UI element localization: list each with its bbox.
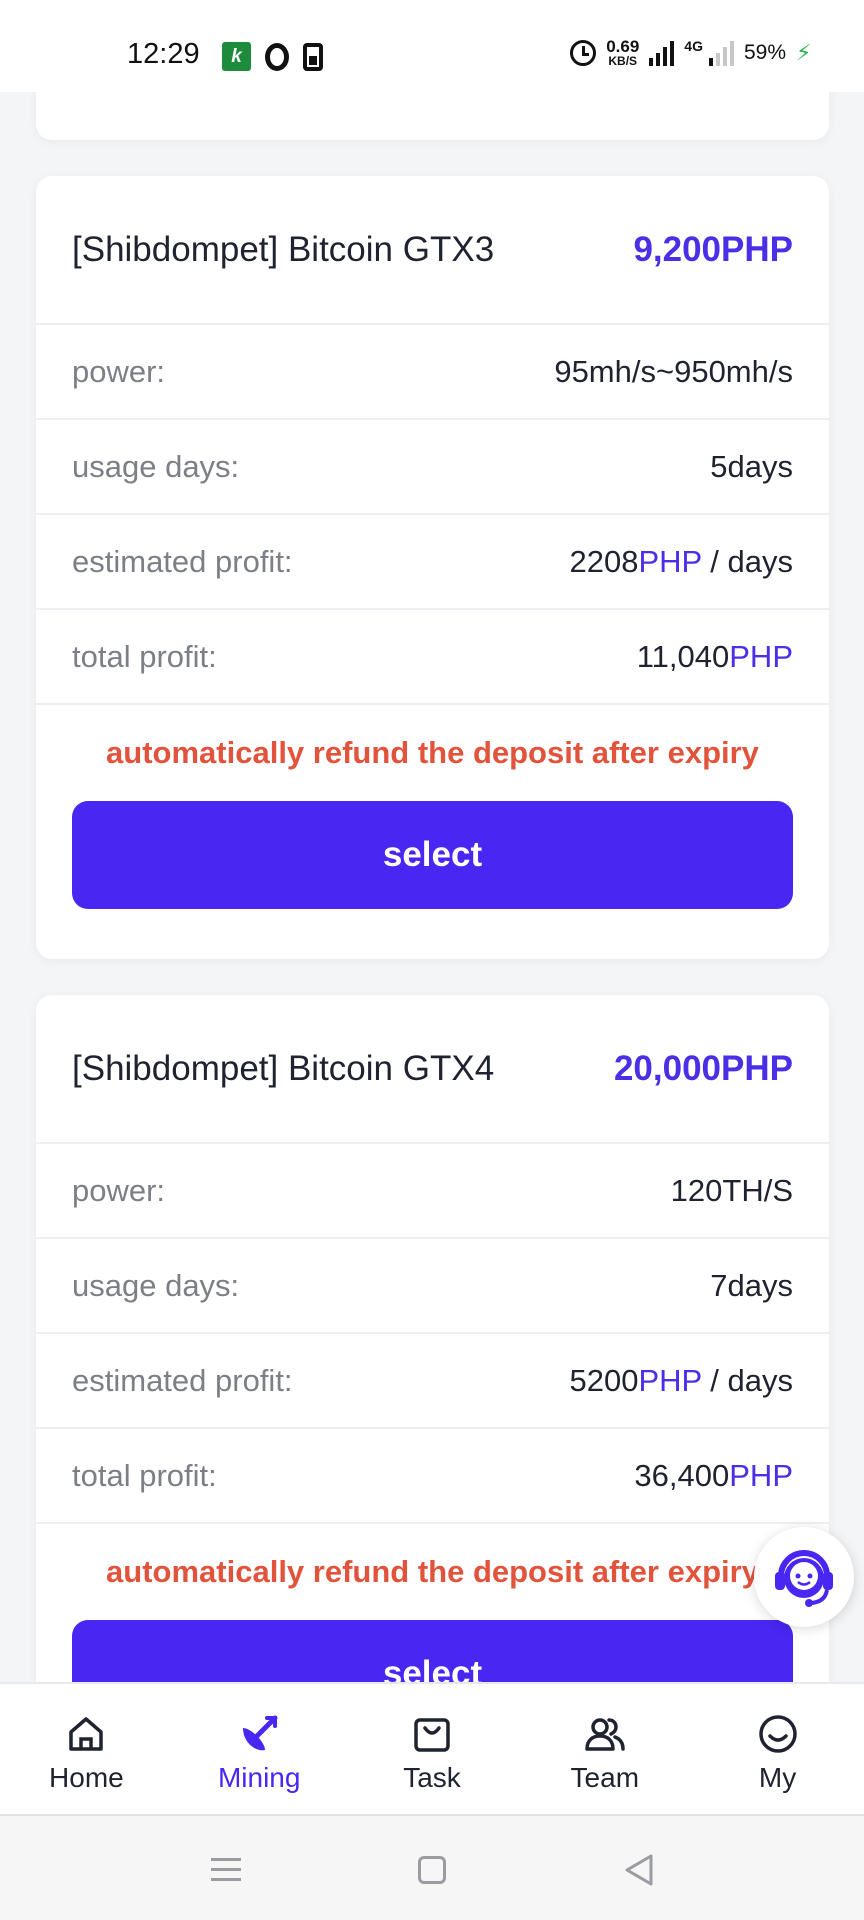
plan-header: [Shibdompet] Bitcoin GTX4 20,000PHP xyxy=(36,995,829,1144)
nav-task[interactable]: Task xyxy=(346,1684,519,1814)
status-bar: 12:29 k 0.69 KB/S 4G 59% ⚡ xyxy=(0,0,864,92)
k-app-icon: k xyxy=(222,42,251,71)
estimated-profit-row: estimated profit: 5200PHP / days xyxy=(36,1334,829,1429)
usage-days-row: usage days: 5days xyxy=(36,420,829,515)
usage-days-label: usage days: xyxy=(72,1267,240,1303)
alarm-icon xyxy=(570,39,597,66)
refund-note: automatically refund the deposit after e… xyxy=(106,1554,759,1589)
estimated-profit-row: estimated profit: 2208PHP / days xyxy=(36,515,829,610)
total-profit-currency: PHP xyxy=(729,638,793,674)
refund-note: automatically refund the deposit after e… xyxy=(106,735,759,770)
estimated-profit-currency: PHP xyxy=(638,1362,702,1398)
home-icon xyxy=(69,1717,104,1751)
usage-days-value: 5days xyxy=(710,448,793,484)
network-speed: 0.69 KB/S xyxy=(606,38,639,67)
total-profit-row: total profit: 11,040PHP xyxy=(36,610,829,705)
plan-title: [Shibdompet] Bitcoin GTX3 xyxy=(72,229,495,269)
network-type: 4G xyxy=(684,38,703,54)
usage-days-label: usage days: xyxy=(72,448,240,484)
wifi-signal-icon xyxy=(649,40,675,66)
estimated-profit-currency: PHP xyxy=(638,543,702,579)
battery-level: 59% xyxy=(743,40,786,64)
usage-days-row: usage days: 7days xyxy=(36,1239,829,1334)
charging-icon: ⚡ xyxy=(796,39,812,65)
power-value: 120TH/S xyxy=(670,1172,793,1208)
back-button[interactable] xyxy=(621,1852,655,1888)
total-profit-row: total profit: 36,400PHP xyxy=(36,1429,829,1524)
usage-days-value: 7days xyxy=(710,1267,793,1303)
total-profit-currency: PHP xyxy=(729,1457,793,1493)
plan-card: [Shibdompet] Bitcoin GTX3 9,200PHP power… xyxy=(36,176,829,959)
power-label: power: xyxy=(72,353,166,389)
opera-icon xyxy=(265,42,289,71)
estimated-profit-amount: 2208 xyxy=(569,543,639,579)
smile-icon xyxy=(758,1715,797,1753)
estimated-profit-suffix: / days xyxy=(701,543,793,579)
estimated-profit-value: 5200PHP / days xyxy=(570,1363,793,1399)
plan-price: 20,000PHP xyxy=(613,1048,793,1088)
estimated-profit-value: 2208PHP / days xyxy=(570,544,793,580)
estimated-profit-label: estimated profit: xyxy=(72,543,293,579)
total-profit-value: 36,400PHP xyxy=(634,1458,793,1494)
network-speed-unit: KB/S xyxy=(608,54,638,68)
plan-header: [Shibdompet] Bitcoin GTX3 9,200PHP xyxy=(36,176,829,325)
estimated-profit-label: estimated profit: xyxy=(72,1362,293,1398)
power-row: power: 120TH/S xyxy=(36,1144,829,1239)
select-button[interactable]: select xyxy=(72,801,793,909)
nav-home-label: Home xyxy=(49,1762,124,1793)
recent-apps-button[interactable] xyxy=(211,1858,241,1882)
notification-icons: k xyxy=(222,42,323,71)
estimated-profit-suffix: / days xyxy=(701,1362,793,1398)
plan-card: [Shibdompet] Bitcoin GTX4 20,000PHP powe… xyxy=(36,995,829,1778)
nav-my-label: My xyxy=(758,1762,797,1793)
estimated-profit-amount: 5200 xyxy=(569,1362,639,1398)
nav-mining[interactable]: Mining xyxy=(173,1684,346,1814)
system-indicators: 0.69 KB/S 4G 59% ⚡ xyxy=(570,38,812,67)
mining-icon xyxy=(243,1715,278,1751)
bottom-nav: Home Mining Task Team My xyxy=(0,1682,864,1814)
total-profit-amount: 11,040 xyxy=(636,638,730,674)
power-value: 95mh/s~950mh/s xyxy=(554,353,793,389)
total-profit-amount: 36,400 xyxy=(634,1457,730,1493)
nav-team-label: Team xyxy=(570,1762,640,1793)
cell-signal-icon xyxy=(708,40,734,66)
nav-task-label: Task xyxy=(403,1762,461,1793)
nav-my[interactable]: My xyxy=(691,1684,864,1814)
phone-icon xyxy=(303,42,323,71)
total-profit-label: total profit: xyxy=(72,1457,217,1493)
task-bag-icon xyxy=(414,1718,450,1752)
nav-home[interactable]: Home xyxy=(0,1684,173,1814)
customer-support-button[interactable] xyxy=(754,1527,854,1627)
team-icon xyxy=(585,1718,625,1751)
nav-mining-label: Mining xyxy=(217,1762,301,1793)
power-label: power: xyxy=(72,1172,166,1208)
power-row: power: 95mh/s~950mh/s xyxy=(36,325,829,420)
plan-title: [Shibdompet] Bitcoin GTX4 xyxy=(72,1048,495,1088)
status-time: 12:29 xyxy=(127,38,200,70)
system-nav-bar xyxy=(0,1814,864,1920)
total-profit-label: total profit: xyxy=(72,638,217,674)
total-profit-value: 11,040PHP xyxy=(637,639,793,675)
plan-price: 9,200PHP xyxy=(633,229,793,269)
home-button[interactable] xyxy=(418,1856,446,1884)
nav-team[interactable]: Team xyxy=(518,1684,691,1814)
network-speed-value: 0.69 xyxy=(606,37,640,56)
headset-icon xyxy=(775,1550,833,1607)
